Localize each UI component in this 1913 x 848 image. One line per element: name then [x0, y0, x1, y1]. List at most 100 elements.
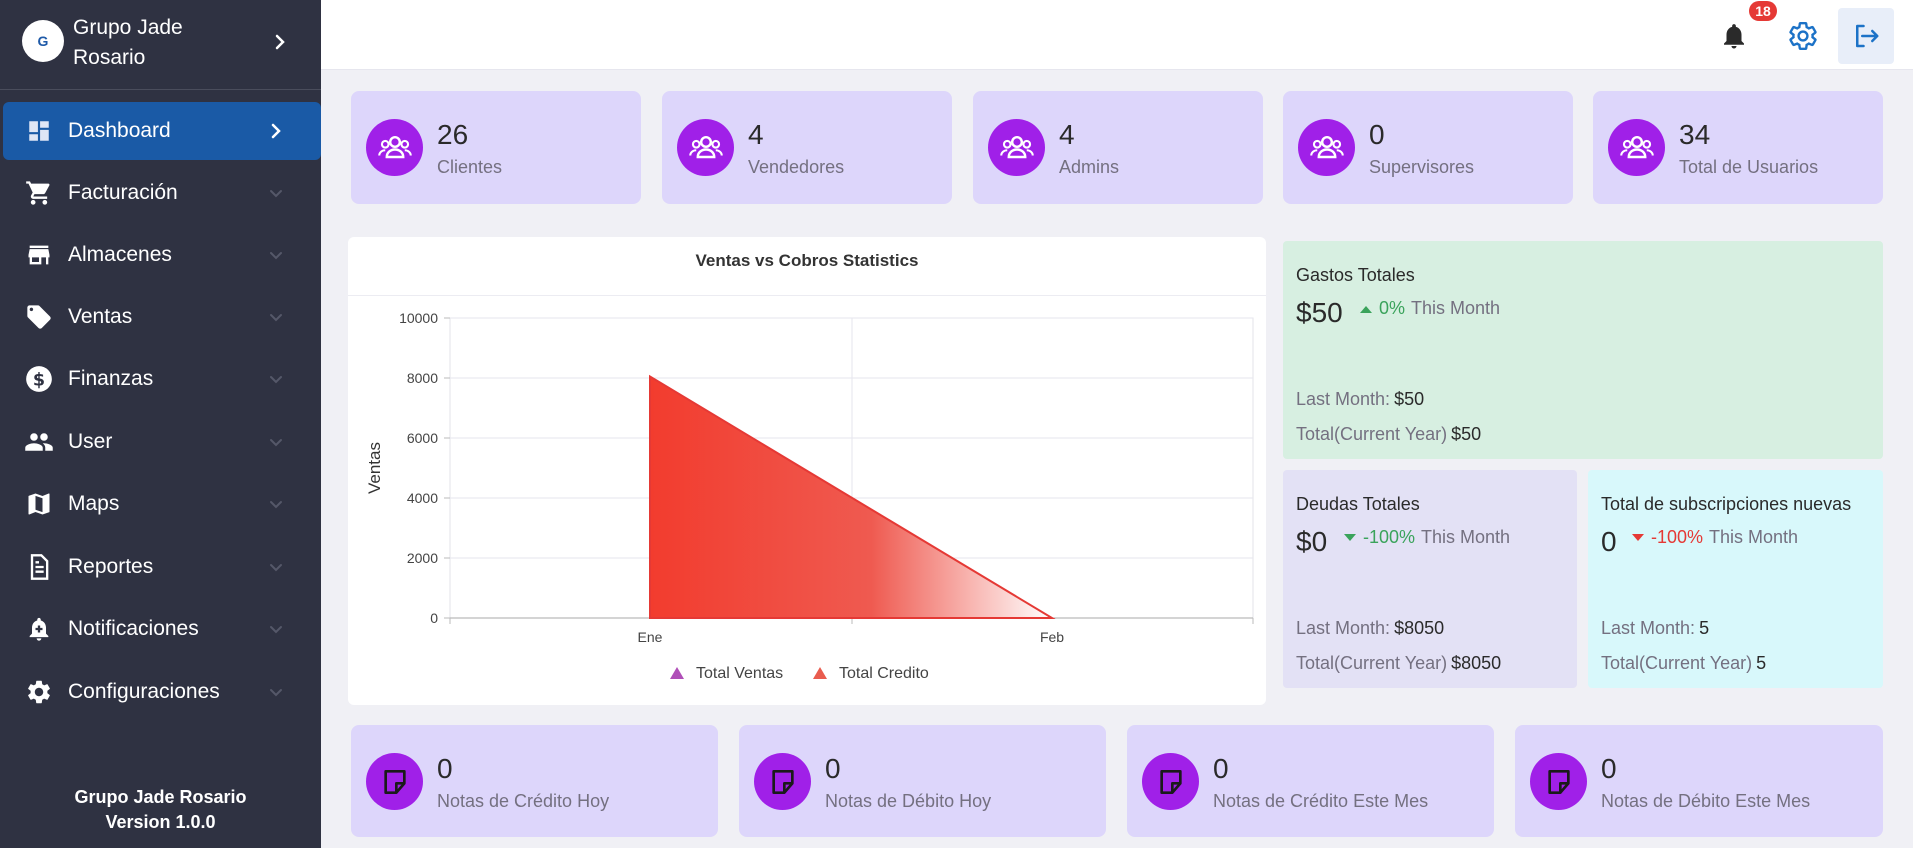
gear-icon	[1789, 22, 1817, 50]
chevron-down-icon	[270, 314, 282, 322]
sidebar-item-label: Finanzas	[68, 367, 154, 390]
kpi-title: Gastos Totales	[1296, 265, 1415, 285]
kpi-last-month: Last Month: $50	[1296, 389, 1424, 410]
kpi-last-month-label: Last Month:	[1601, 618, 1696, 638]
x-tick-label: Ene	[638, 629, 663, 645]
sidebar-item-label: Almacenes	[68, 243, 172, 266]
sidebar-item-label: Notificaciones	[68, 617, 199, 640]
users-icon	[988, 119, 1045, 176]
subscripciones-card: Total de subscripciones nuevas 0 -100% T…	[1588, 470, 1883, 688]
kpi-last-month-label: Last Month:	[1296, 389, 1391, 409]
sidebar-item-label: Ventas	[68, 305, 133, 328]
kpi-amount: $0	[1296, 526, 1328, 557]
chevron-down-icon	[270, 439, 282, 447]
brand-name: Grupo Jade Rosario	[73, 16, 183, 69]
caret-down-icon	[1632, 533, 1644, 541]
users-icon	[677, 119, 734, 176]
legend-swatch	[670, 667, 684, 679]
users-icon	[1298, 119, 1355, 176]
logout-button[interactable]	[1838, 8, 1894, 64]
legend-label: Total Credito	[839, 665, 929, 682]
sidebar-item-almacenes[interactable]: Almacenes	[3, 226, 321, 284]
kpi-last-month: Last Month: 5	[1601, 618, 1709, 639]
sidebar-item-configuraciones[interactable]: Configuraciones	[3, 663, 321, 721]
kpi-change: -100% This Month	[1343, 527, 1510, 548]
stat-card-total-usuarios: 34 Total de Usuarios	[1593, 91, 1883, 204]
kpi-change-pct: -100%	[1363, 527, 1416, 547]
tag-icon	[24, 302, 54, 332]
deudas-totales-card: Deudas Totales $0 -100% This Month Last …	[1283, 470, 1577, 688]
users-icon	[24, 427, 54, 457]
legend-swatch	[813, 667, 827, 679]
stat-label: Total de Usuarios	[1679, 157, 1819, 177]
kpi-current-year: Total(Current Year) $50	[1296, 424, 1481, 445]
kpi-current-year-value: $50	[1451, 424, 1482, 444]
note-value: 0	[437, 753, 453, 784]
footer-company: Grupo Jade Rosario	[74, 787, 247, 807]
store-icon	[24, 240, 54, 270]
stat-card-supervisores: 0 Supervisores	[1283, 91, 1573, 204]
stat-label: Clientes	[437, 157, 503, 177]
sidebar-item-label: User	[68, 430, 113, 453]
kpi-current-year-label: Total(Current Year)	[1296, 653, 1448, 673]
sidebar-item-dashboard[interactable]: Dashboard	[3, 102, 321, 160]
y-tick-label: 6000	[407, 430, 438, 446]
kpi-current-year: Total(Current Year) $8050	[1296, 653, 1501, 674]
kpi-change-pct: -100%	[1651, 527, 1704, 547]
brand-header[interactable]: G Grupo Jade Rosario	[0, 0, 321, 90]
sidebar: G Grupo Jade Rosario Dashboard Facturaci…	[0, 0, 321, 848]
kpi-current-year: Total(Current Year) 5	[1601, 653, 1766, 674]
stat-value: 4	[748, 119, 764, 150]
cart-icon	[24, 178, 54, 208]
stat-card-clientes: 26 Clientes	[351, 91, 641, 204]
logout-icon	[1856, 24, 1879, 48]
sidebar-item-label: Maps	[68, 492, 120, 515]
note-card-credito-hoy: 0 Notas de Crédito Hoy	[351, 725, 718, 837]
caret-down-icon	[1344, 533, 1356, 541]
note-label: Notas de Crédito Este Mes	[1213, 791, 1429, 811]
brand-logo: G	[22, 20, 64, 62]
sidebar-item-user[interactable]: User	[3, 413, 321, 471]
sidebar-item-finanzas[interactable]: $ Finanzas	[3, 350, 321, 408]
kpi-last-month-label: Last Month:	[1296, 618, 1391, 638]
sidebar-item-ventas[interactable]: Ventas	[3, 288, 321, 346]
kpi-amount: 0	[1601, 526, 1617, 557]
y-axis-label: Ventas	[365, 442, 384, 494]
note-card-credito-mes: 0 Notas de Crédito Este Mes	[1127, 725, 1494, 837]
note-card-debito-mes: 0 Notas de Débito Este Mes	[1515, 725, 1883, 837]
sidebar-item-maps[interactable]: Maps	[3, 475, 321, 533]
kpi-current-year-label: Total(Current Year)	[1296, 424, 1448, 444]
kpi-current-year-value: 5	[1756, 653, 1767, 673]
stat-value: 26	[437, 119, 469, 150]
note-value: 0	[1601, 753, 1617, 784]
kpi-last-month-value: $50	[1394, 389, 1425, 409]
stat-value: 4	[1059, 119, 1075, 150]
sidebar-item-reportes[interactable]: Reportes	[3, 538, 321, 596]
stat-label: Admins	[1059, 157, 1120, 177]
sidebar-footer: Grupo Jade Rosario Version 1.0.0	[0, 785, 321, 835]
settings-button[interactable]	[1775, 8, 1831, 64]
sidebar-item-label: Configuraciones	[68, 680, 220, 703]
stat-label: Supervisores	[1369, 157, 1475, 177]
stat-card-vendedores: 4 Vendedores	[662, 91, 952, 204]
kpi-change: 0% This Month	[1359, 298, 1500, 319]
note-value: 0	[825, 753, 841, 784]
stat-label: Vendedores	[748, 157, 845, 177]
bell-plus-icon	[24, 614, 54, 644]
y-tick-label: 8000	[407, 370, 438, 386]
y-tick-label: 10000	[399, 310, 438, 326]
legend-label: Total Ventas	[696, 665, 783, 682]
users-icon	[1608, 119, 1665, 176]
sidebar-item-facturacion[interactable]: Facturación	[3, 164, 321, 222]
chevron-right-icon[interactable]	[270, 30, 290, 54]
note-icon	[1142, 753, 1199, 810]
stat-value: 34	[1679, 119, 1711, 150]
kpi-change-period: This Month	[1421, 527, 1511, 547]
sales-chart: 0 2000 4000 6000 8000 10000 Ene Feb Ventas Total …	[365, 310, 1254, 682]
stat-value: 0	[1369, 119, 1385, 150]
kpi-title: Deudas Totales	[1296, 494, 1420, 514]
sidebar-item-notificaciones[interactable]: Notificaciones	[3, 600, 321, 658]
note-value: 0	[1213, 753, 1229, 784]
sales-chart-card: Ventas vs Cobros Statistics 0 2000 4000 600…	[348, 237, 1266, 705]
x-tick-label: Feb	[1040, 629, 1064, 645]
